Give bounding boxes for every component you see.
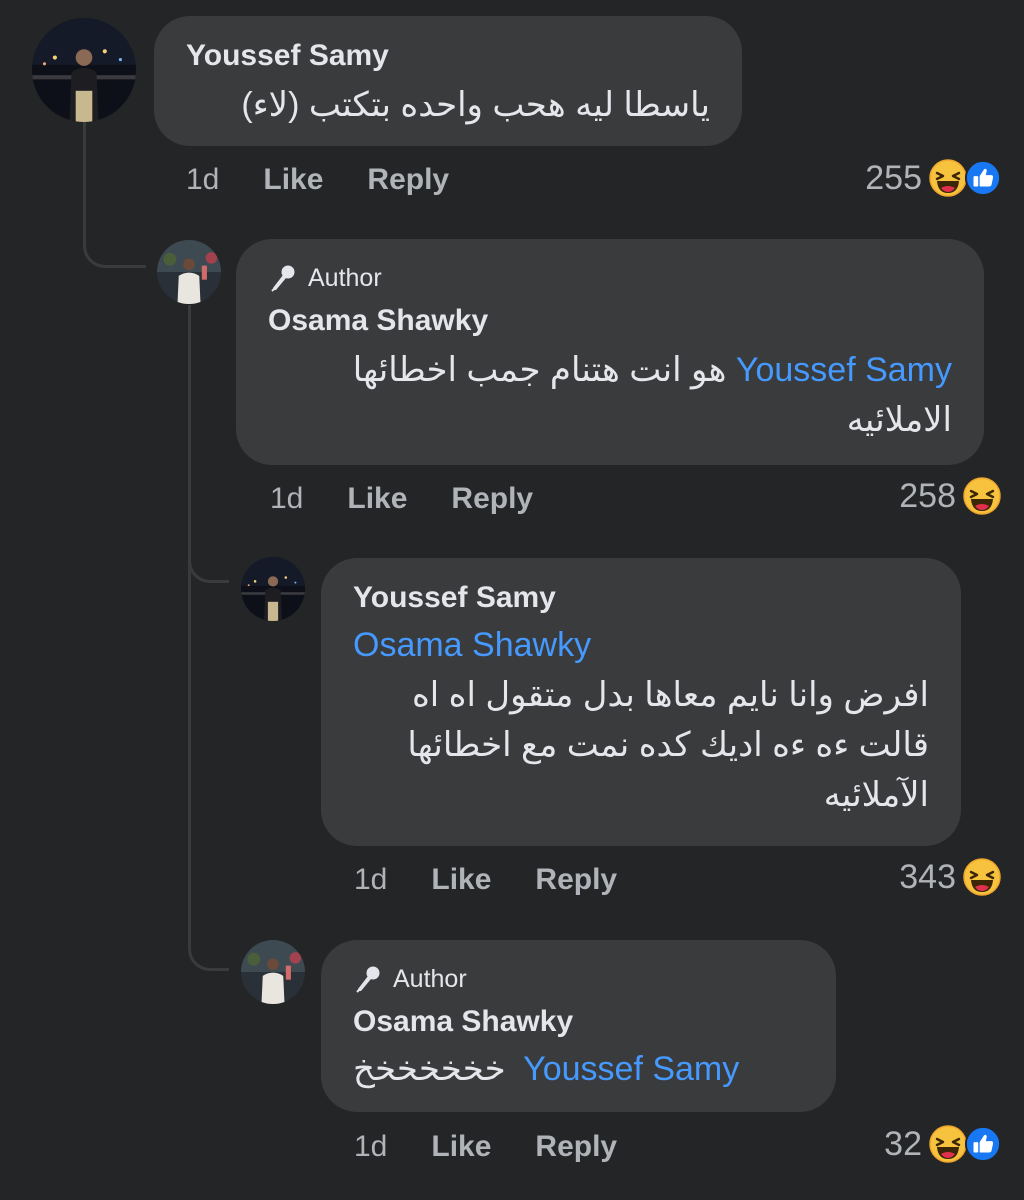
microphone-icon <box>268 263 298 293</box>
comment-actions: 1d Like Reply <box>186 160 449 200</box>
thread-line-main <box>83 118 86 218</box>
commenter-name[interactable]: Osama Shawky <box>268 301 952 341</box>
comment-timestamp[interactable]: 1d <box>186 163 219 197</box>
commenter-name[interactable]: Youssef Samy <box>186 36 710 76</box>
comment-text-line: هو انت هتنام جمب اخطائها <box>352 351 727 389</box>
thread-elbow-3 <box>188 918 229 971</box>
comment-bubble: Youssef Samy ياسطا ليه هحب واحده بتكتب (… <box>154 16 742 146</box>
reaction-count: 32 <box>884 1124 922 1163</box>
reply-button[interactable]: Reply <box>535 863 617 897</box>
haha-icon <box>928 1124 968 1164</box>
comment-text-line: خخخخخخخ <box>353 1050 506 1088</box>
avatar[interactable] <box>157 240 221 304</box>
comment-text-line: قالت ءه ءه اديك كده نمت مع اخطائها <box>407 726 929 764</box>
comment-timestamp[interactable]: 1d <box>354 863 387 897</box>
microphone-icon <box>353 964 383 994</box>
comment-text: Youssef Samy هو انت هتنام جمب اخطائها ال… <box>268 345 952 445</box>
reply-button[interactable]: Reply <box>451 482 533 516</box>
haha-icon <box>962 476 1002 516</box>
mention-link[interactable]: Osama Shawky <box>353 620 929 670</box>
comment-bubble: Author Osama Shawky خخخخخخخ Youssef Samy <box>321 940 836 1112</box>
thread-elbow-2 <box>188 530 229 583</box>
author-badge: Author <box>268 263 952 293</box>
comment-text: افرض وانا نايم معاها بدل متقول اه اه قال… <box>353 670 929 820</box>
commenter-name[interactable]: Youssef Samy <box>353 578 929 618</box>
avatar[interactable] <box>32 18 136 122</box>
comment-bubble: Author Osama Shawky Youssef Samy هو انت … <box>236 239 984 465</box>
avatar[interactable] <box>241 940 305 1004</box>
haha-icon <box>928 158 968 198</box>
reaction-count: 258 <box>899 476 956 515</box>
mention-link[interactable]: Youssef Samy <box>523 1050 739 1088</box>
like-icon <box>964 1125 1002 1163</box>
like-icon <box>964 159 1002 197</box>
like-button[interactable]: Like <box>431 863 491 897</box>
like-button[interactable]: Like <box>263 163 323 197</box>
author-badge: Author <box>353 964 804 994</box>
reaction-count: 343 <box>899 857 956 896</box>
comment-actions: 1d Like Reply <box>270 479 533 519</box>
thread-elbow-1 <box>83 215 146 268</box>
comment-text-line: الاملائيه <box>846 401 952 439</box>
comment-text: ياسطا ليه هحب واحده بتكتب (لاء) <box>241 86 710 124</box>
author-badge-label: Author <box>393 964 467 993</box>
reaction-count: 255 <box>865 158 922 197</box>
reply-button[interactable]: Reply <box>535 1130 617 1164</box>
reaction-summary[interactable]: 258 <box>899 474 1002 518</box>
mention-link[interactable]: Youssef Samy <box>736 351 952 389</box>
reaction-summary[interactable]: 32 <box>884 1122 1002 1166</box>
haha-icon <box>962 857 1002 897</box>
comment-timestamp[interactable]: 1d <box>270 482 303 516</box>
comment-timestamp[interactable]: 1d <box>354 1130 387 1164</box>
comment-text-line: الآملائيه <box>823 776 929 814</box>
comment-actions: 1d Like Reply <box>354 860 617 900</box>
like-button[interactable]: Like <box>431 1130 491 1164</box>
author-badge-label: Author <box>308 263 382 292</box>
commenter-name[interactable]: Osama Shawky <box>353 1002 804 1042</box>
reply-button[interactable]: Reply <box>367 163 449 197</box>
comment-text: خخخخخخخ Youssef Samy <box>353 1044 804 1094</box>
reaction-summary[interactable]: 255 <box>865 156 1002 200</box>
comment-bubble: Youssef Samy Osama Shawky افرض وانا نايم… <box>321 558 961 846</box>
reaction-summary[interactable]: 343 <box>899 855 1002 899</box>
avatar[interactable] <box>241 557 305 621</box>
comment-text-line: افرض وانا نايم معاها بدل متقول اه اه <box>411 676 929 714</box>
like-button[interactable]: Like <box>347 482 407 516</box>
comment-actions: 1d Like Reply <box>354 1127 617 1167</box>
thread-line-replies <box>188 305 191 945</box>
